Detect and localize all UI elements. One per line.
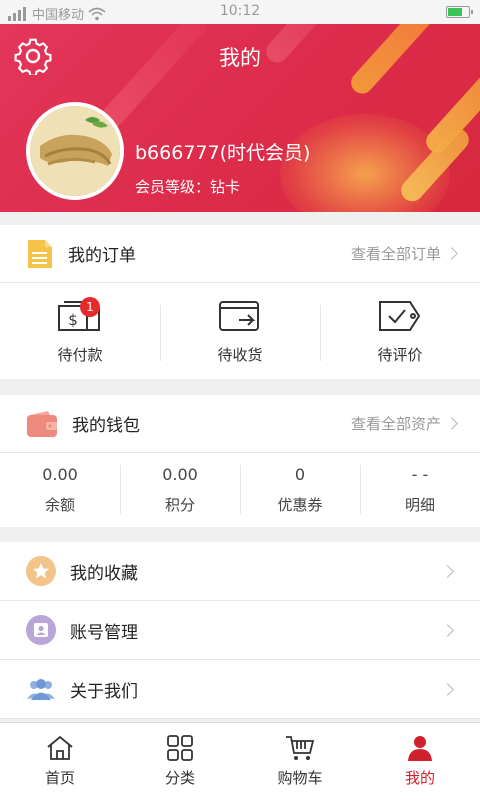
order-pending-review[interactable]: 待评价 bbox=[320, 283, 480, 379]
delivery-box-icon bbox=[219, 300, 259, 331]
wallet-title: 我的钱包 bbox=[72, 416, 140, 436]
menu-account[interactable]: 账号管理 bbox=[0, 601, 480, 660]
chevron-right-icon bbox=[445, 247, 458, 260]
order-pending-payment-label: 待付款 bbox=[57, 345, 103, 364]
view-all-assets-label: 查看全部资产 bbox=[350, 415, 441, 433]
wallet-points-value: 0.00 bbox=[162, 465, 198, 484]
order-document-icon bbox=[28, 239, 52, 268]
menu-about-label: 关于我们 bbox=[70, 681, 138, 702]
wallet-coupons-value: 0 bbox=[294, 465, 306, 484]
page-title: 我的 bbox=[219, 46, 261, 70]
bottom-tab-bar: 首页 分类 购物车 我的 bbox=[0, 722, 480, 800]
wallet-details[interactable]: - - 明细 bbox=[360, 453, 480, 527]
tab-home[interactable]: 首页 bbox=[0, 723, 120, 800]
person-icon bbox=[408, 736, 432, 761]
view-all-orders-label: 查看全部订单 bbox=[350, 245, 441, 263]
order-pending-payment[interactable]: $ 1 待付款 bbox=[0, 283, 160, 379]
wallet-coupons-label: 优惠券 bbox=[277, 496, 323, 514]
order-pending-delivery[interactable]: 待收货 bbox=[160, 283, 320, 379]
view-all-assets-link[interactable]: 查看全部资产 bbox=[350, 413, 458, 434]
tab-category-label: 分类 bbox=[164, 769, 195, 787]
status-time: 10:12 bbox=[219, 3, 261, 19]
tab-mine[interactable]: 我的 bbox=[360, 723, 480, 800]
menu-favorites-label: 我的收藏 bbox=[70, 563, 138, 584]
order-pending-review-label: 待评价 bbox=[377, 345, 423, 364]
orders-header[interactable]: 我的订单 查看全部订单 bbox=[0, 225, 480, 283]
svg-text:$: $ bbox=[68, 311, 78, 329]
wallet-details-label: 明细 bbox=[404, 496, 435, 514]
menu-list: 我的收藏 账号管理 关于我们 bbox=[0, 542, 480, 719]
profile-header: 我的 b666777(时代会员) 会员等级：钻卡 bbox=[0, 24, 480, 212]
wallet-balance[interactable]: 0.00 余额 bbox=[0, 453, 120, 527]
grid-icon bbox=[167, 735, 193, 761]
menu-about[interactable]: 关于我们 bbox=[0, 660, 480, 719]
chevron-right-icon bbox=[441, 564, 454, 578]
wallet-coupons[interactable]: 0 优惠券 bbox=[240, 453, 360, 527]
cart-icon bbox=[286, 736, 315, 760]
star-icon bbox=[26, 556, 56, 586]
tab-cart-label: 购物车 bbox=[277, 769, 323, 787]
wallet-details-value: - - bbox=[411, 465, 429, 484]
order-pending-delivery-label: 待收货 bbox=[217, 345, 263, 364]
wallet-icon bbox=[27, 410, 57, 437]
menu-favorites[interactable]: 我的收藏 bbox=[0, 542, 480, 601]
wallet-section: 我的钱包 查看全部资产 0.00 余额 0.00 积分 0 优惠券 - - 明细 bbox=[0, 395, 480, 527]
username: b666777(时代会员) bbox=[135, 142, 311, 164]
group-icon bbox=[27, 679, 55, 700]
chevron-right-icon bbox=[441, 682, 454, 696]
pending-payment-badge: 1 bbox=[80, 297, 100, 317]
tab-category[interactable]: 分类 bbox=[120, 723, 240, 800]
avatar[interactable] bbox=[26, 102, 124, 200]
tab-cart[interactable]: 购物车 bbox=[240, 723, 360, 800]
chevron-right-icon bbox=[441, 623, 454, 637]
wallet-points-label: 积分 bbox=[164, 496, 195, 514]
wallet-header[interactable]: 我的钱包 查看全部资产 bbox=[0, 395, 480, 453]
avatar-image bbox=[30, 106, 120, 196]
tab-mine-label: 我的 bbox=[404, 769, 435, 787]
user-icon bbox=[26, 615, 56, 645]
status-bar: 中国移动 10:12 bbox=[0, 0, 480, 24]
menu-account-label: 账号管理 bbox=[70, 622, 138, 643]
chevron-right-icon bbox=[445, 417, 458, 430]
wallet-balance-value: 0.00 bbox=[42, 465, 78, 484]
wallet-balance-label: 余额 bbox=[44, 496, 75, 514]
review-tag-icon bbox=[379, 300, 421, 331]
orders-title: 我的订单 bbox=[68, 246, 136, 266]
member-level: 会员等级：钻卡 bbox=[135, 178, 241, 196]
battery-icon bbox=[446, 6, 473, 18]
wallet-stats-row: 0.00 余额 0.00 积分 0 优惠券 - - 明细 bbox=[0, 453, 480, 527]
order-status-row: $ 1 待付款 待收货 待评价 bbox=[0, 283, 480, 379]
home-icon bbox=[47, 735, 73, 760]
view-all-orders-link[interactable]: 查看全部订单 bbox=[350, 243, 458, 264]
wallet-points[interactable]: 0.00 积分 bbox=[120, 453, 240, 527]
tab-home-label: 首页 bbox=[44, 769, 75, 787]
orders-section: 我的订单 查看全部订单 $ 1 待付款 待收货 待评价 bbox=[0, 225, 480, 379]
